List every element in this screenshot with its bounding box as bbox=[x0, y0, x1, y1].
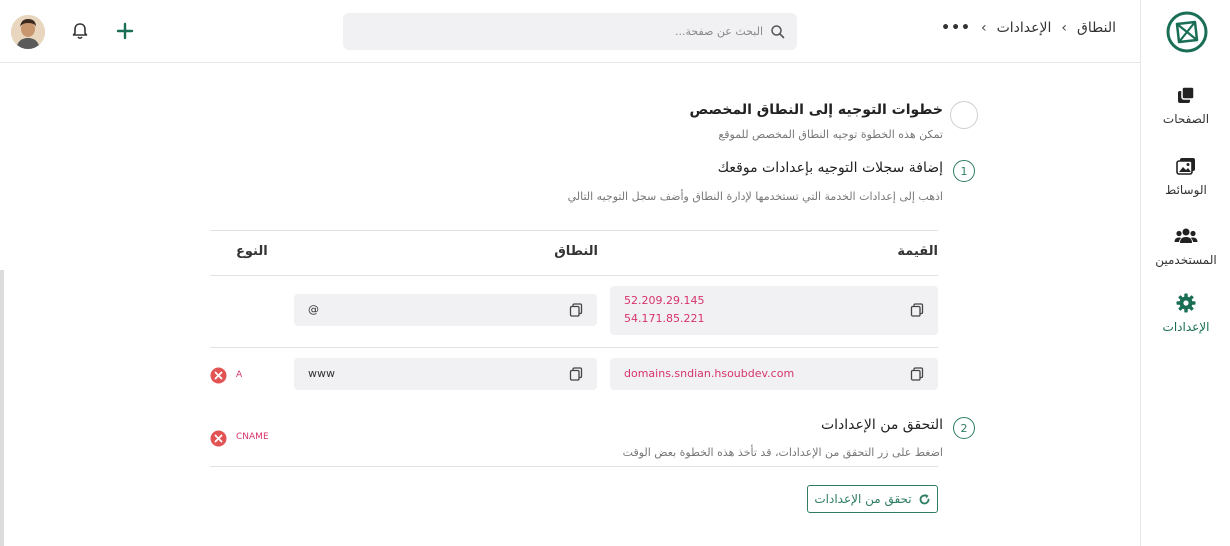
sidebar-item-label: الصفحات bbox=[1162, 112, 1210, 126]
record-type: A bbox=[236, 370, 243, 380]
step-1-circle: 1 bbox=[953, 160, 975, 182]
search-bar bbox=[343, 13, 797, 50]
record-value-field: 52.209.29.145 54.171.85.221 bbox=[610, 286, 938, 335]
breadcrumb-item-domain: النطاق bbox=[1077, 20, 1116, 36]
column-header-domain: النطاق bbox=[554, 244, 598, 259]
copy-icon[interactable] bbox=[910, 367, 924, 381]
record-domain-field: www bbox=[294, 358, 597, 390]
sidebar-item-users[interactable]: المستخدمين bbox=[1141, 225, 1230, 267]
sidebar-item-label: المستخدمين bbox=[1155, 253, 1217, 267]
step-2-circle: 2 bbox=[953, 417, 975, 439]
verify-settings-button[interactable]: تحقق من الإعدادات bbox=[807, 485, 938, 513]
row-divider bbox=[210, 347, 938, 348]
column-header-type: النوع bbox=[236, 244, 268, 259]
step-1-subtitle: اذهب إلى إعدادات الخدمة التي تستخدمها لإ… bbox=[567, 190, 943, 203]
sidebar-item-settings[interactable]: الإعدادات bbox=[1141, 292, 1230, 334]
pages-icon bbox=[1178, 86, 1195, 103]
record-value-line: 52.209.29.145 bbox=[624, 294, 705, 307]
row-divider bbox=[210, 466, 938, 467]
top-bar: ••• › الإعدادات › النطاق bbox=[0, 0, 1140, 63]
intro-title: خطوات التوجيه إلى النطاق المخصص bbox=[689, 102, 943, 118]
chevron-left-icon: › bbox=[1061, 20, 1067, 36]
record-value-line: domains.sndian.hsoubdev.com bbox=[624, 367, 795, 380]
copy-icon[interactable] bbox=[569, 367, 583, 381]
record-value-field: domains.sndian.hsoubdev.com bbox=[610, 358, 938, 390]
sidebar-item-media[interactable]: الوسائط bbox=[1141, 155, 1230, 197]
copy-icon[interactable] bbox=[910, 303, 924, 317]
media-icon bbox=[1176, 158, 1195, 175]
sidebar: الصفحات الوسائط المستخدمين الإعدادات bbox=[1140, 0, 1230, 546]
sidebar-item-label: الوسائط bbox=[1165, 183, 1207, 197]
notifications-bell-icon[interactable] bbox=[69, 20, 91, 42]
verify-settings-label: تحقق من الإعدادات bbox=[814, 492, 912, 506]
refresh-icon bbox=[919, 493, 930, 504]
app-logo-icon[interactable] bbox=[1165, 10, 1209, 54]
breadcrumb-more-button[interactable]: ••• bbox=[941, 20, 971, 36]
add-icon[interactable] bbox=[114, 20, 136, 42]
delete-record-icon[interactable] bbox=[210, 430, 227, 447]
gear-icon bbox=[1176, 293, 1196, 313]
record-type: CNAME bbox=[236, 432, 269, 442]
column-header-value: القيمة bbox=[897, 244, 938, 259]
table-header: القيمة النطاق النوع bbox=[210, 230, 938, 276]
record-value-line: 54.171.85.221 bbox=[624, 312, 705, 325]
breadcrumb: ••• › الإعدادات › النطاق bbox=[941, 20, 1116, 36]
copy-icon[interactable] bbox=[569, 303, 583, 317]
record-domain-text: @ bbox=[308, 303, 319, 316]
record-domain-text: www bbox=[308, 367, 335, 380]
intro-subtitle: تمكن هذه الخطوة توجيه النطاق المخصص للمو… bbox=[718, 128, 943, 141]
breadcrumb-item-settings[interactable]: الإعدادات bbox=[997, 20, 1052, 36]
search-input[interactable] bbox=[363, 13, 763, 50]
users-icon bbox=[1174, 228, 1198, 243]
step-2-title: التحقق من الإعدادات bbox=[820, 417, 943, 433]
delete-record-icon[interactable] bbox=[210, 367, 227, 384]
sidebar-item-pages[interactable]: الصفحات bbox=[1141, 84, 1230, 126]
avatar-image bbox=[11, 15, 45, 49]
user-avatar[interactable] bbox=[11, 15, 45, 49]
chevron-left-icon: › bbox=[981, 20, 987, 36]
step-1-title: إضافة سجلات التوجيه بإعدادات موقعك bbox=[717, 160, 943, 176]
search-icon[interactable] bbox=[770, 24, 785, 39]
step-2-subtitle: اضغط على زر التحقق من الإعدادات، قد تأخذ… bbox=[622, 446, 943, 459]
intro-step-circle bbox=[950, 101, 978, 129]
sidebar-item-label: الإعدادات bbox=[1162, 320, 1210, 334]
main-content: خطوات التوجيه إلى النطاق المخصص تمكن هذه… bbox=[0, 64, 1140, 546]
record-domain-field: @ bbox=[294, 294, 597, 326]
